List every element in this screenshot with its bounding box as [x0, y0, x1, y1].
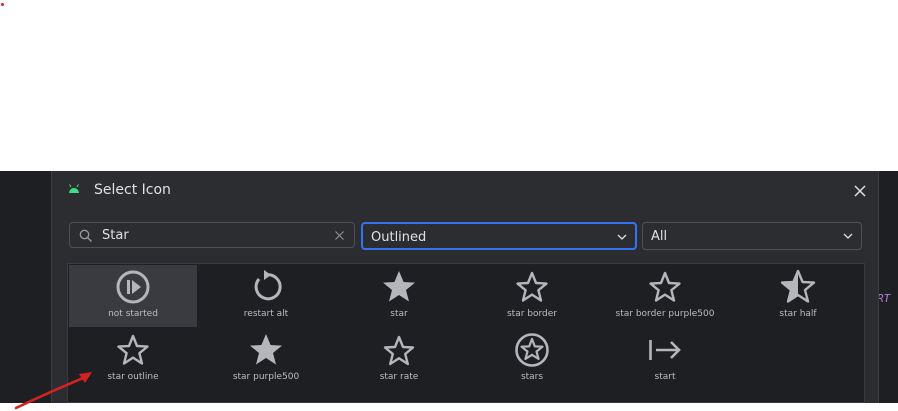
icon-label: restart alt — [243, 309, 289, 319]
search-field[interactable] — [69, 222, 355, 248]
start-icon — [649, 340, 681, 360]
restart-alt-icon — [254, 270, 282, 301]
search-input[interactable] — [102, 226, 322, 244]
icon-cell-star-purple500[interactable]: star purple500 — [202, 328, 330, 390]
star-outline-icon — [117, 334, 149, 365]
close-icon[interactable] — [852, 183, 868, 199]
icon-label: not started — [108, 309, 158, 319]
icon-cell-start[interactable]: start — [601, 328, 729, 390]
icon-grid: not started restart alt star star border — [67, 263, 865, 403]
search-icon — [79, 229, 92, 242]
icon-cell-star-rate[interactable]: star rate — [335, 328, 463, 390]
star-rate-icon — [383, 335, 415, 366]
chevron-down-icon — [843, 233, 853, 239]
icon-label: star border purple500 — [615, 309, 715, 319]
icon-cell-star-border-purple500[interactable]: star border purple500 — [601, 265, 729, 327]
chevron-down-icon — [617, 234, 627, 240]
category-dropdown-value: All — [651, 229, 668, 244]
icon-cell-stars[interactable]: stars — [468, 328, 596, 390]
category-dropdown[interactable]: All — [642, 222, 862, 250]
dialog-title-bar: Select Icon — [52, 171, 878, 211]
icon-cell-star-half[interactable]: star half — [734, 265, 862, 327]
icon-cell-star-border[interactable]: star border — [468, 265, 596, 327]
annotation-dot — [1, 3, 4, 6]
star-border-purple500-icon — [649, 271, 681, 302]
dialog-title: Select Icon — [94, 182, 171, 198]
icon-label: star rate — [379, 372, 419, 382]
icon-cell-star[interactable]: star — [335, 265, 463, 327]
stars-icon — [515, 333, 549, 367]
not-started-icon — [116, 270, 150, 304]
icon-cell-restart-alt[interactable]: restart alt — [202, 265, 330, 327]
icon-label: star purple500 — [232, 372, 300, 382]
style-dropdown[interactable]: Outlined — [361, 222, 637, 250]
select-icon-dialog: Select Icon Outlined All — [51, 171, 879, 403]
star-half-icon — [780, 269, 816, 303]
android-icon — [69, 184, 79, 193]
annotation-arrow-icon — [14, 372, 92, 410]
icon-label: star border — [506, 309, 557, 319]
style-dropdown-value: Outlined — [371, 230, 427, 245]
icon-label: star — [390, 309, 408, 319]
icon-cell-not-started[interactable]: not started — [69, 265, 197, 327]
icon-label: start — [654, 372, 676, 382]
page-bottom-strip — [0, 403, 898, 411]
icon-label: stars — [520, 372, 544, 382]
star-border-icon — [516, 271, 548, 302]
icon-label: star half — [779, 309, 817, 319]
star-icon — [383, 271, 415, 302]
clear-search-icon[interactable] — [334, 230, 345, 241]
star-purple500-icon — [250, 334, 282, 365]
